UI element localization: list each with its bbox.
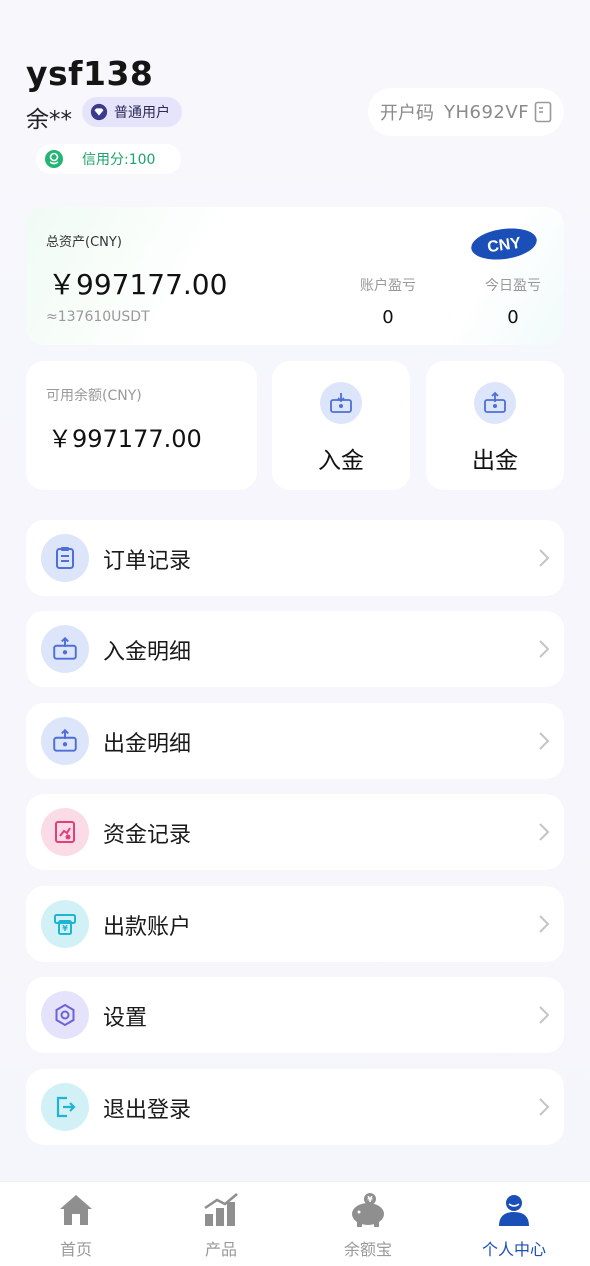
today-pl-label: 今日盈亏 <box>485 278 541 294</box>
menu-item-settings[interactable]: 设置 <box>26 977 564 1053</box>
withdraw-icon <box>474 382 516 424</box>
tab-product[interactable]: 产品 <box>171 1190 271 1260</box>
bar-chart-icon <box>204 1193 238 1226</box>
atm-icon: ¥ <box>41 900 89 948</box>
tab-home[interactable]: 首页 <box>26 1190 126 1260</box>
total-assets-amount: ￥997177.00 <box>48 268 228 301</box>
chevron-right-icon <box>539 640 550 658</box>
account-pl-stat: 账户盈亏 0 <box>348 275 428 328</box>
invite-code-value: YH692VF <box>444 101 530 123</box>
tab-yuebao[interactable]: ¥ 余额宝 <box>318 1190 418 1260</box>
withdraw-button[interactable]: 出金 <box>426 361 564 490</box>
available-balance-card: 可用余额(CNY) ￥997177.00 <box>26 361 257 490</box>
menu-item-deposit-details[interactable]: 入金明细 <box>26 611 564 687</box>
username: ysf138 <box>26 54 154 93</box>
flower-icon <box>45 150 63 168</box>
svg-text:¥: ¥ <box>367 1195 373 1204</box>
logout-icon <box>41 1083 89 1131</box>
credit-score-badge: 信用分:100 <box>36 144 181 174</box>
tab-label: 个人中心 <box>481 1240 546 1259</box>
tab-profile[interactable]: 个人中心 <box>464 1190 564 1260</box>
menu-item-label: 退出登录 <box>103 1098 192 1123</box>
chevron-right-icon <box>539 732 550 750</box>
available-balance-amount: ￥997177.00 <box>48 425 202 453</box>
menu-item-fund-records[interactable]: 资金记录 <box>26 794 564 870</box>
deposit-icon <box>320 382 362 424</box>
deposit-label: 入金 <box>318 448 364 474</box>
home-icon <box>60 1195 92 1225</box>
chevron-right-icon <box>539 1006 550 1024</box>
chevron-right-icon <box>539 549 550 567</box>
copy-icon[interactable] <box>534 101 552 123</box>
funds-record-icon <box>41 808 89 856</box>
chevron-right-icon <box>539 823 550 841</box>
total-assets-label: 总资产(CNY) <box>46 235 122 250</box>
invite-code-label: 开户码 <box>380 103 434 124</box>
menu-item-label: 订单记录 <box>103 549 192 574</box>
credit-score-label: 信用分:100 <box>82 152 156 168</box>
chevron-right-icon <box>539 1098 550 1116</box>
menu-item-payout-account[interactable]: ¥ 出款账户 <box>26 886 564 962</box>
cny-currency-badge: CNY <box>471 228 537 260</box>
piggy-bank-icon: ¥ <box>352 1193 384 1227</box>
invite-code-box[interactable]: 开户码 YH692VF <box>368 88 564 136</box>
today-pl-value: 0 <box>507 307 519 328</box>
menu-item-label: 设置 <box>103 1006 148 1031</box>
hexagon-settings-icon <box>41 991 89 1039</box>
available-balance-label: 可用余额(CNY) <box>46 388 142 404</box>
usdt-equivalent: ≈137610USDT <box>46 309 150 325</box>
account-pl-label: 账户盈亏 <box>360 278 416 294</box>
menu-item-label: 出款账户 <box>103 915 192 940</box>
user-icon <box>499 1195 529 1226</box>
menu-item-label: 资金记录 <box>103 823 192 848</box>
tab-label: 余额宝 <box>343 1240 392 1259</box>
user-level-label: 普通用户 <box>114 105 170 121</box>
today-pl-stat: 今日盈亏 0 <box>473 275 553 328</box>
withdraw-label: 出金 <box>472 448 518 474</box>
deposit-icon <box>41 625 89 673</box>
tab-label: 产品 <box>204 1240 237 1259</box>
menu-item-label: 入金明细 <box>103 640 192 665</box>
total-assets-card: 总资产(CNY) ￥997177.00 ≈137610USDT CNY 账户盈亏… <box>26 207 564 345</box>
clipboard-icon <box>41 534 89 582</box>
menu-item-withdraw-details[interactable]: 出金明细 <box>26 703 564 779</box>
chevron-right-icon <box>539 915 550 933</box>
deposit-button[interactable]: 入金 <box>272 361 410 490</box>
diamond-icon <box>90 103 108 121</box>
real-name: 余** <box>26 107 72 133</box>
withdraw-icon <box>41 717 89 765</box>
bottom-tab-bar: 首页 产品 ¥ 余额宝 个人中心 <box>0 1181 590 1266</box>
account-pl-value: 0 <box>382 307 394 328</box>
profile-page: ysf138 余** 普通用户 信用分:100 开户码 YH692VF 总资产(… <box>0 0 590 1266</box>
user-level-badge: 普通用户 <box>82 97 182 127</box>
svg-text:¥: ¥ <box>62 924 68 933</box>
tab-label: 首页 <box>59 1240 92 1259</box>
menu-item-order-records[interactable]: 订单记录 <box>26 520 564 596</box>
menu-item-logout[interactable]: 退出登录 <box>26 1069 564 1145</box>
menu-item-label: 出金明细 <box>103 732 192 757</box>
